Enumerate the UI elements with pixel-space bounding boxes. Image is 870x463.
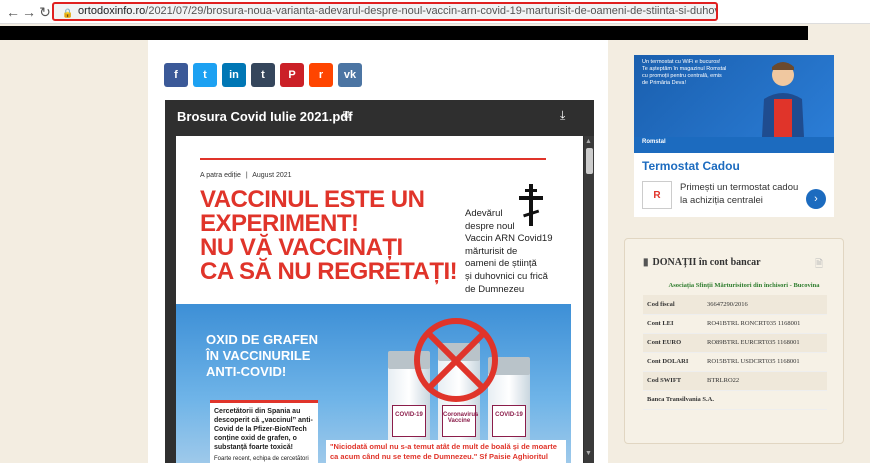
ad-logo: R (642, 181, 672, 209)
donation-title-text: DONAȚII în cont bancar (652, 257, 761, 268)
info-box-text: Cercetătorii din Spania au descoperit că… (214, 408, 313, 451)
scroll-up-icon[interactable]: ▲ (585, 138, 592, 145)
address-bar[interactable]: 🔒 ortodoxinfo.ro/2021/07/29/brosura-noua… (52, 2, 718, 21)
share-button[interactable]: vk (338, 63, 362, 87)
table-row: Cont DOLARI RO15BTRL USDCRT035 1168001 (643, 352, 827, 372)
grafen-line: ÎN VACCINURILE (206, 348, 311, 363)
row-label: Cont LEI (643, 314, 703, 334)
headline-line: EXPERIMENT! (200, 210, 359, 237)
grafen-heading: OXID DE GRAFEN ÎN VACCINURILE ANTI-COVID… (206, 332, 318, 380)
donation-org: Asociația Sfinții Mărturisitori din înch… (668, 282, 820, 289)
external-link-icon[interactable]: ⧉ (343, 109, 351, 122)
vial-label-text: COVID-19 (495, 412, 523, 418)
ad-brand: Romstal (642, 139, 666, 145)
ad-small-text: Un termostat cu WiFi e bucuros! Te aștep… (642, 59, 727, 86)
ad-person-image (762, 62, 804, 137)
romstal-ad[interactable]: Un termostat cu WiFi e bucuros! Te aștep… (634, 55, 834, 217)
ad-title: Termostat Cadou (642, 159, 740, 173)
vaccine-photo: OXID DE GRAFEN ÎN VACCINURILE ANTI-COVID… (176, 304, 571, 463)
url-path: /2021/07/29/brosura-noua-varianta-adevar… (145, 5, 716, 17)
row-value: RO15BTRL USDCRT035 1168001 (703, 352, 827, 372)
side-text-line: de Dumnezeu (465, 283, 525, 295)
share-button[interactable]: f (164, 63, 188, 87)
table-row: Cont LEI RO41BTRL RONCRT035 1168001 (643, 314, 827, 334)
vial-label-text: Coronavirus Vaccine (443, 412, 479, 424)
side-text-line: mărturisit de (465, 245, 518, 257)
headline-line: CA SĂ NU REGRETAȚI! (200, 258, 458, 285)
bank-table: Cod fiscal 36647290/2016 Cont LEI RO41BTRL … (643, 295, 827, 410)
donation-widget: ▮ DONAȚII în cont bancar 🗎 Asociația Sfin… (624, 238, 844, 444)
table-row: Cod SWIFT BTRLRO22 (643, 371, 827, 391)
share-button[interactable]: r (309, 63, 333, 87)
side-text-line: despre noul (465, 220, 515, 232)
ad-card: Termostat Cadou R Primești un termostat … (634, 153, 834, 217)
pdf-scrollbar[interactable] (584, 136, 594, 463)
pdf-title: Brosura Covid Iulie 2021.pdf (177, 109, 353, 124)
row-label: Cont DOLARI (643, 352, 703, 372)
top-divider (200, 158, 546, 160)
row-value: 36647290/2016 (703, 295, 827, 315)
url-host: ortodoxinfo.ro (78, 5, 146, 17)
edition-separator: | (245, 172, 248, 179)
document-icon: 🗎 (815, 259, 824, 270)
row-label: Cod SWIFT (643, 371, 703, 391)
pdf-side-text: Adevărul despre noul Vaccin ARN Covid19 … (465, 208, 565, 296)
quote: "Niciodată omul nu s-a temut atât de mul… (326, 440, 566, 463)
edition-line: A patra ediție | August 2021 (200, 172, 292, 179)
redaction-bar (0, 26, 808, 40)
pdf-viewer: Brosura Covid Iulie 2021.pdf ⧉ ⤓ A patra… (165, 100, 594, 463)
share-button[interactable]: t (193, 63, 217, 87)
row-label: Banca Transilvania S.A. (643, 390, 827, 410)
row-label: Cod fiscal (643, 295, 703, 315)
pdf-page: A patra ediție | August 2021 VACCINUL ES… (176, 136, 583, 463)
row-value: BTRLRO22 (703, 371, 827, 391)
side-text-line: Adevărul (465, 208, 503, 219)
row-value: RO89BTRL EURCRT035 1168001 (703, 333, 827, 353)
grafen-line: ANTI-COVID! (206, 364, 287, 379)
table-row: Cod fiscal 36647290/2016 (643, 295, 827, 315)
browser-toolbar: ← → ↻ 🔒 ortodoxinfo.ro/2021/07/29/brosur… (0, 0, 870, 24)
table-row: Cont EURO RO89BTRL EURCRT035 1168001 (643, 333, 827, 353)
lock-icon: 🔒 (62, 8, 74, 18)
scroll-thumb[interactable] (586, 148, 593, 174)
info-box: Cercetătorii din Spania au descoperit că… (210, 400, 318, 463)
pdf-header: Brosura Covid Iulie 2021.pdf ⧉ ⤓ (165, 100, 594, 134)
side-text-line: și duhovnici cu frică (465, 270, 548, 282)
scroll-down-icon[interactable]: ▼ (585, 450, 592, 457)
ad-subtitle: Primești un termostat cadou la achiziția… (680, 182, 799, 206)
table-row: Banca Transilvania S.A. (643, 390, 827, 410)
vial-label: COVID-19 (392, 405, 426, 437)
info-box-subtext: Foarte recent, echipa de cercetători de … (214, 456, 309, 462)
share-button[interactable]: t (251, 63, 275, 87)
share-buttons: f t in t Pr vk (164, 63, 362, 87)
share-button[interactable]: in (222, 63, 246, 87)
vial-label: Coronavirus Vaccine (442, 405, 479, 437)
row-value: RO41BTRL RONCRT035 1168001 (703, 314, 827, 334)
bookmark-icon: ▮ (643, 257, 649, 268)
edition-label: A patra ediție (200, 172, 241, 179)
edition-date: August 2021 (252, 172, 292, 179)
ad-arrow-icon[interactable]: › (806, 189, 826, 209)
ad-banner: Un termostat cu WiFi e bucuros! Te aștep… (634, 55, 834, 145)
side-text-line: Vaccin ARN Covid19 (465, 233, 553, 245)
side-text-line: oameni de știință (465, 258, 537, 270)
headline-line: VACCINUL ESTE UN (200, 186, 425, 213)
donation-title: ▮ DONAȚII în cont bancar (643, 257, 761, 268)
share-button[interactable]: P (280, 63, 304, 87)
download-icon[interactable]: ⤓ (560, 108, 565, 123)
row-label: Cont EURO (643, 333, 703, 353)
vial-label: COVID-19 (492, 405, 526, 437)
headline: VACCINUL ESTE UN EXPERIMENT! NU VĂ VACCI… (200, 188, 470, 284)
grafen-line: OXID DE GRAFEN (206, 332, 318, 347)
headline-line: NU VĂ VACCINAȚI (200, 234, 403, 261)
